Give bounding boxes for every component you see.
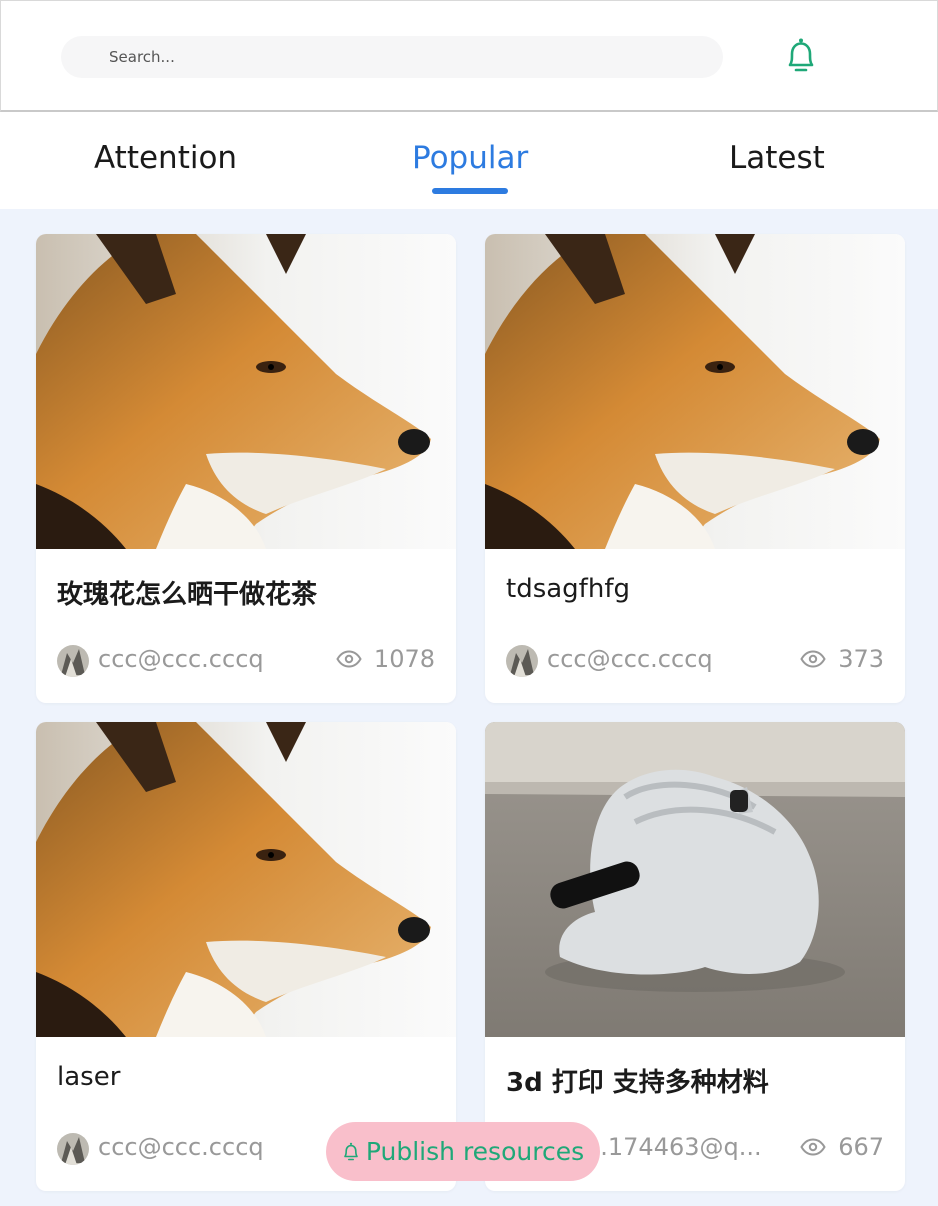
publish-label: Publish resources — [365, 1137, 585, 1166]
avatar[interactable] — [57, 1133, 89, 1165]
view-count: 1078 — [336, 645, 435, 673]
bell-icon — [342, 1142, 360, 1162]
tab-popular[interactable]: Popular — [412, 140, 528, 176]
eye-icon — [336, 650, 362, 668]
eye-icon — [800, 650, 826, 668]
card-title: laser — [57, 1062, 121, 1092]
author-name[interactable]: ccc@ccc.cccq — [98, 1133, 264, 1161]
search-input[interactable] — [61, 36, 723, 78]
resource-card[interactable]: tdsagfhfg ccc@ccc.cccq 373 — [485, 234, 905, 703]
view-count: 373 — [800, 645, 884, 673]
card-image — [485, 234, 905, 549]
view-count-value: 373 — [838, 645, 884, 673]
eye-icon — [800, 1138, 826, 1156]
card-title: 3d 打印 支持多种材料 — [506, 1068, 769, 1098]
author-name[interactable]: ccc@ccc.cccq — [547, 645, 713, 673]
top-bar — [0, 0, 938, 112]
resource-card[interactable]: 3d 打印 支持多种材料 ...174463@q... 667 — [485, 722, 905, 1191]
tab-attention[interactable]: Attention — [94, 140, 237, 176]
resource-card[interactable]: 玫瑰花怎么晒干做花茶 ccc@ccc.cccq 1078 — [36, 234, 456, 703]
card-title: 玫瑰花怎么晒干做花茶 — [57, 580, 318, 610]
card-image — [36, 722, 456, 1037]
card-title: tdsagfhfg — [506, 574, 630, 604]
publish-resources-button[interactable]: Publish resources — [326, 1122, 600, 1181]
view-count-value: 1078 — [373, 645, 435, 673]
tab-bar: Attention Popular Latest — [0, 112, 938, 209]
resource-card[interactable]: laser ccc@ccc.cccq — [36, 722, 456, 1191]
author-name[interactable]: ccc@ccc.cccq — [98, 645, 264, 673]
view-count-value: 667 — [838, 1133, 884, 1161]
author-name[interactable]: ...174463@q... — [585, 1133, 762, 1161]
card-image — [485, 722, 905, 1037]
tab-latest[interactable]: Latest — [729, 140, 825, 176]
view-count: 667 — [800, 1133, 884, 1161]
avatar[interactable] — [506, 645, 538, 677]
card-image — [36, 234, 456, 549]
avatar[interactable] — [57, 645, 89, 677]
active-tab-indicator — [432, 188, 508, 194]
resource-feed[interactable]: 玫瑰花怎么晒干做花茶 ccc@ccc.cccq 1078 tdsagfhfg c… — [0, 209, 938, 1206]
bell-icon[interactable] — [783, 37, 819, 75]
